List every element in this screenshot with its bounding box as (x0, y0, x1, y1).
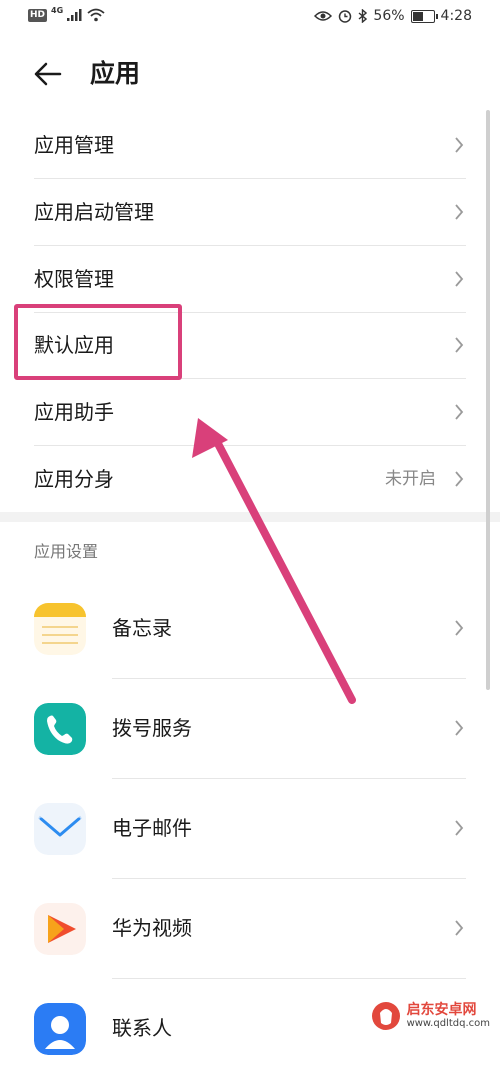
watermark-logo-icon (371, 1002, 400, 1030)
watermark-url: www.qdltdq.com (406, 1018, 490, 1029)
watermark-text: 启东安卓网 www.qdltdq.com (407, 1002, 490, 1030)
watermark-name: 启东安卓网 (406, 1002, 477, 1018)
watermark: 启东安卓网 www.qdltdq.com (364, 997, 496, 1035)
annotation-arrow (192, 418, 356, 704)
